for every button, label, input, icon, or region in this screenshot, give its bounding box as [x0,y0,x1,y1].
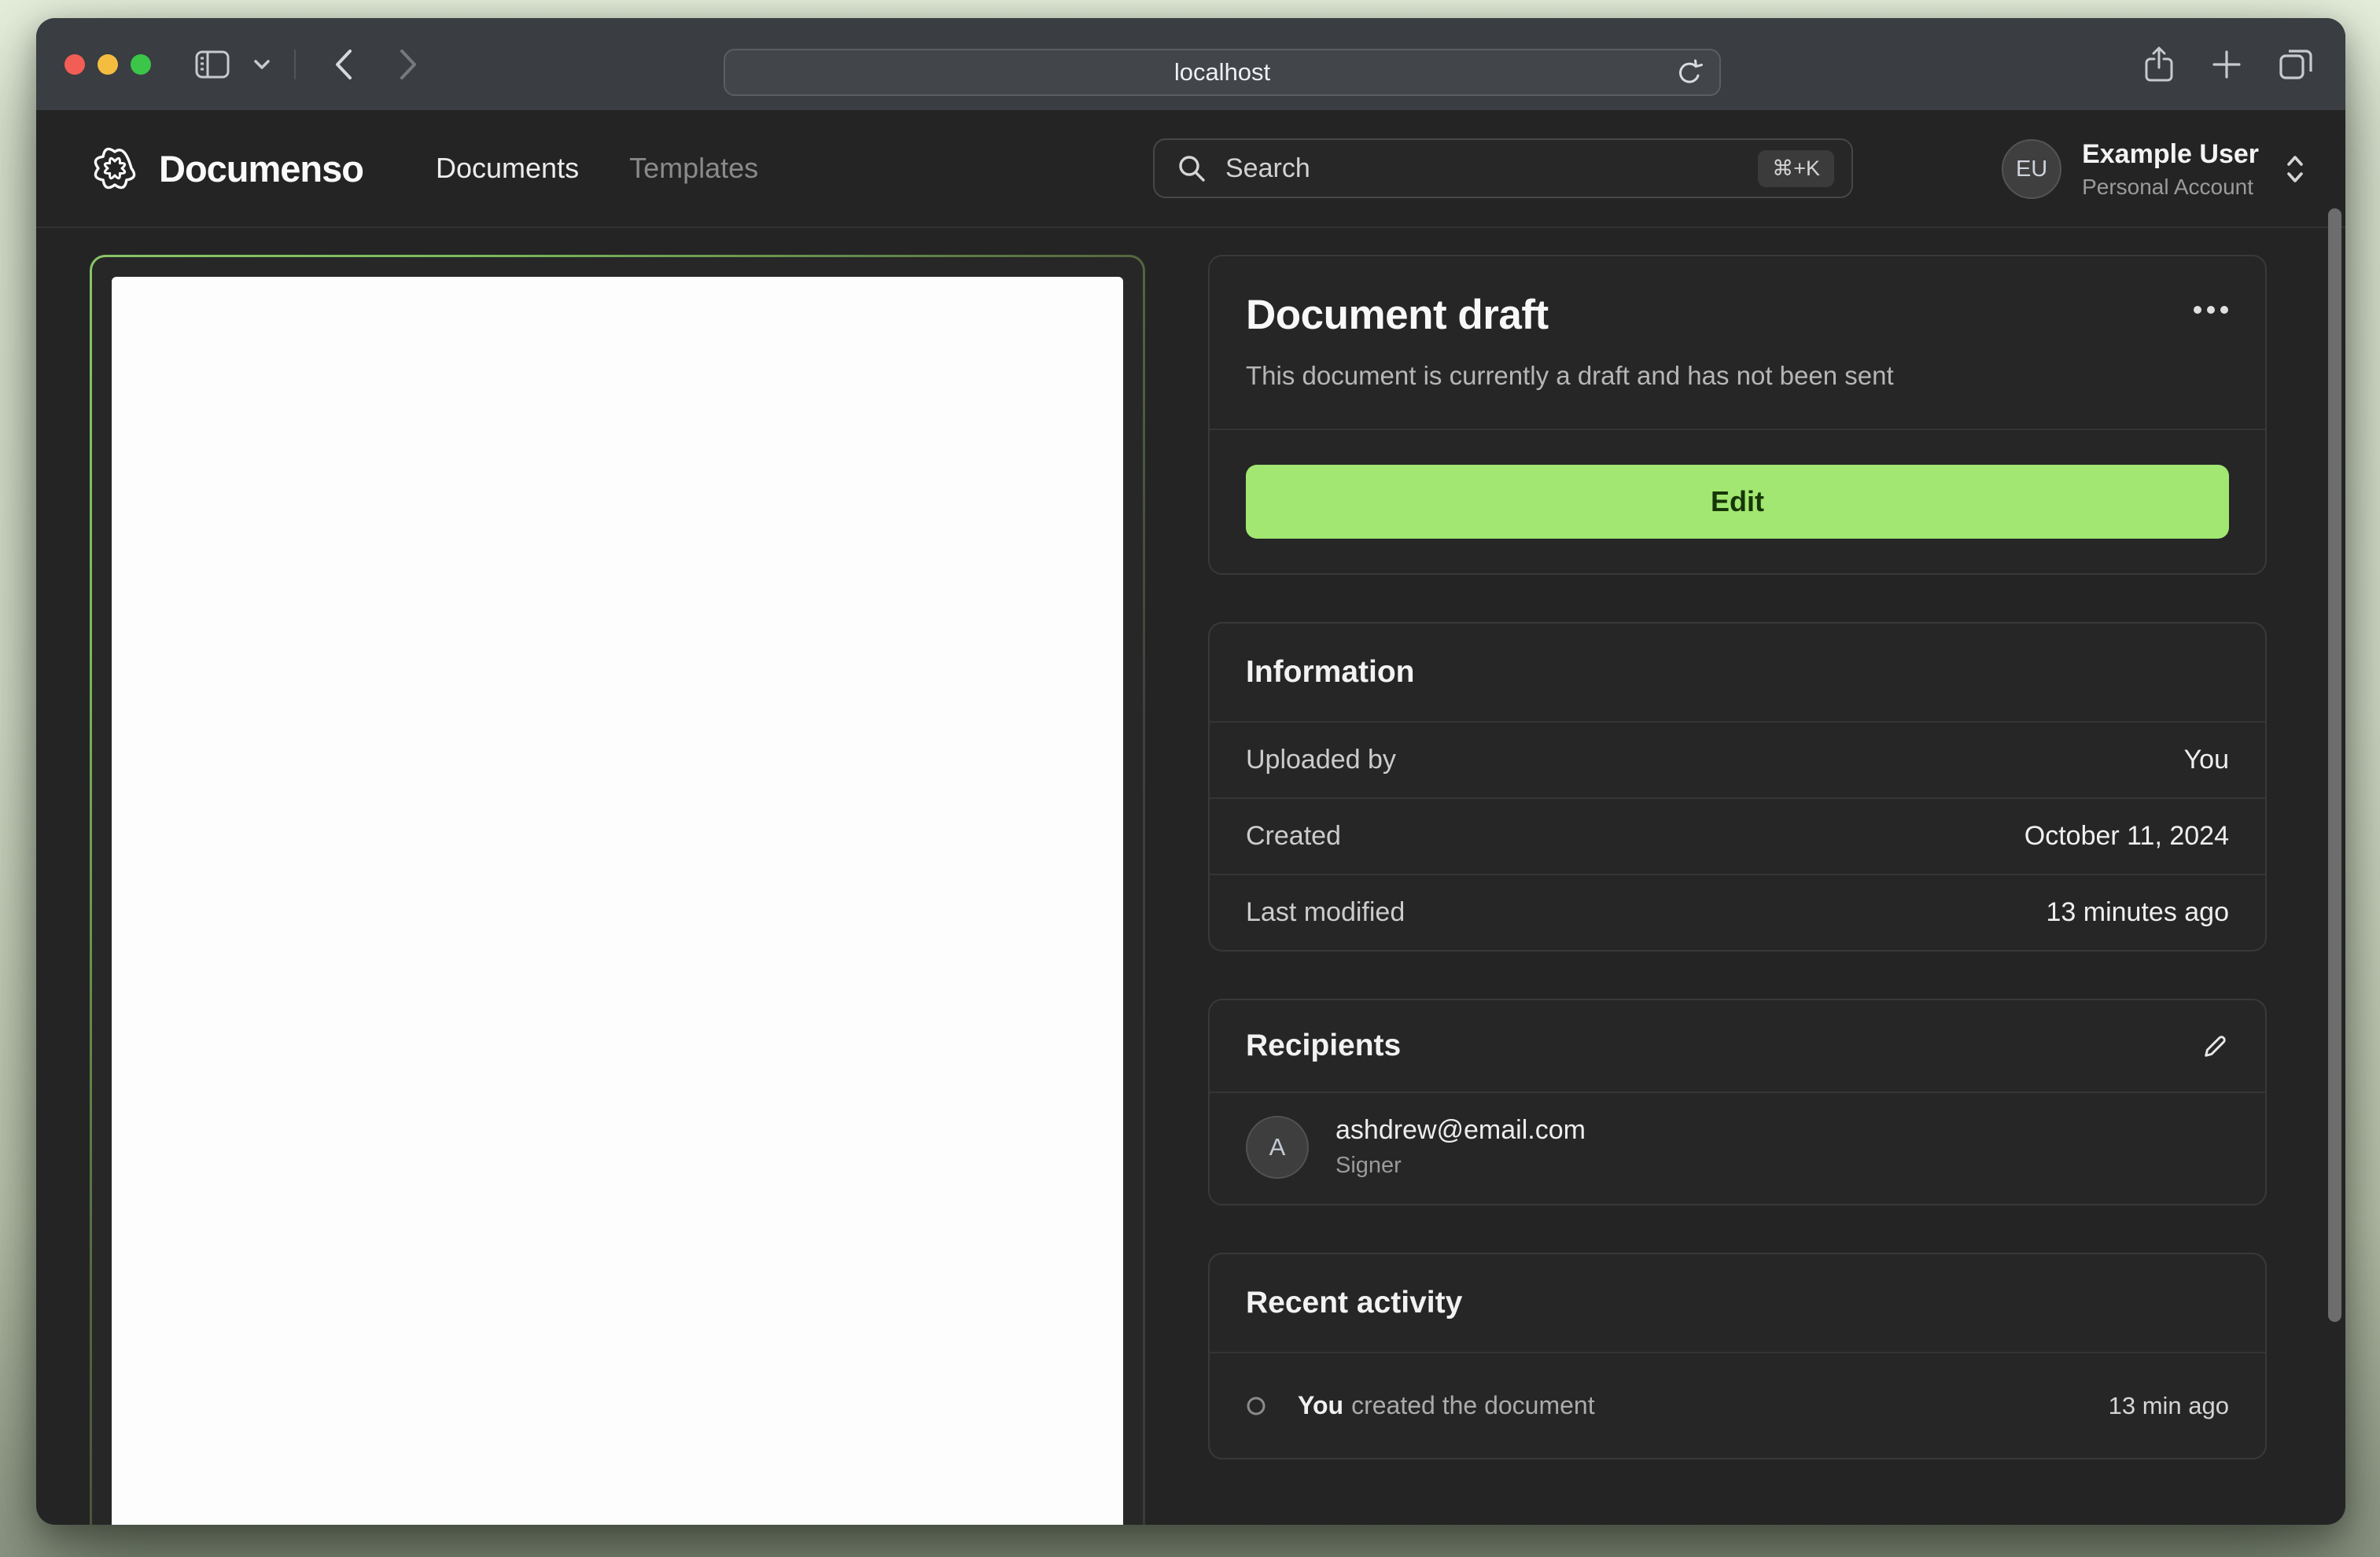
user-name: Example User [2082,138,2259,169]
new-tab-icon[interactable] [2210,48,2243,81]
brand[interactable]: Documenso [90,143,364,193]
main-nav: Documents Templates [436,152,758,185]
info-row-uploaded-by: Uploaded by You [1210,721,2265,797]
document-page [112,277,1123,1525]
user-account-type: Personal Account [2082,174,2254,199]
search-shortcut-badge: ⌘+K [1758,149,1834,187]
minimize-window-button[interactable] [98,53,118,75]
browser-window: localhost Documenso Documents Templates … [36,18,2345,1525]
document-sidebar: Document draft This document is currentl… [1208,255,2267,1507]
recent-activity-title: Recent activity [1246,1286,1463,1320]
recipient-avatar: A [1246,1115,1309,1179]
search-placeholder: Search [1225,153,1310,183]
toolbar-separator [294,49,296,79]
nav-templates[interactable]: Templates [629,152,758,185]
pencil-icon[interactable] [2201,1031,2231,1061]
activity-action: created the document [1351,1391,1595,1419]
information-card: Information Uploaded by You Created Octo… [1208,622,2267,952]
address-bar[interactable]: localhost [724,49,1721,96]
recipient-role: Signer [1336,1153,1402,1178]
info-row-created: Created October 11, 2024 [1210,797,2265,874]
zoom-window-button[interactable] [131,53,151,75]
close-window-button[interactable] [64,53,85,75]
documenso-logo-icon [90,143,140,193]
information-title: Information [1246,655,1415,689]
vertical-scrollbar[interactable] [2328,208,2341,1322]
activity-circle-icon [1246,1396,1266,1416]
reload-icon[interactable] [1675,59,1704,89]
info-row-last-modified: Last modified 13 minutes ago [1210,874,2265,950]
brand-name: Documenso [159,147,364,190]
traffic-lights [64,53,151,75]
forward-icon[interactable] [398,48,418,81]
activity-time: 13 min ago [2108,1391,2229,1419]
user-avatar: EU [2002,139,2062,199]
address-bar-url: localhost [1173,58,1271,86]
nav-documents[interactable]: Documents [436,152,579,185]
recipient-row: A ashdrew@email.com Signer [1210,1093,2265,1204]
edit-button[interactable]: Edit [1246,465,2229,539]
tabs-icon[interactable] [2278,47,2314,82]
activity-actor: You [1298,1391,1344,1419]
document-draft-card: Document draft This document is currentl… [1208,255,2267,575]
search-input[interactable]: Search ⌘+K [1153,138,1853,198]
recipients-title: Recipients [1246,1029,1402,1062]
page-content: Document draft This document is currentl… [36,228,2345,1525]
back-icon[interactable] [333,48,354,81]
chevrons-updown-icon [2282,153,2308,186]
page-title: Document draft [1246,292,1549,338]
account-menu[interactable]: EU Example User Personal Account [2002,110,2308,228]
more-dots-icon[interactable] [2193,305,2229,315]
recipients-card: Recipients A ashdrew@email.com Signer [1208,999,2267,1205]
activity-row: You created the document 13 min ago [1210,1353,2265,1458]
search-icon [1177,153,1207,183]
recipient-email: ashdrew@email.com [1336,1115,1586,1145]
sidebar-icon[interactable] [195,50,230,79]
app-header: Documenso Documents Templates Search ⌘+K… [36,110,2345,228]
recent-activity-card: Recent activity You created the document … [1208,1253,2267,1459]
share-icon[interactable] [2142,46,2176,83]
chevron-down-icon[interactable] [253,59,271,70]
draft-status-text: This document is currently a draft and h… [1246,361,1894,390]
document-preview-frame [90,255,1145,1525]
browser-toolbar: localhost [36,18,2345,110]
